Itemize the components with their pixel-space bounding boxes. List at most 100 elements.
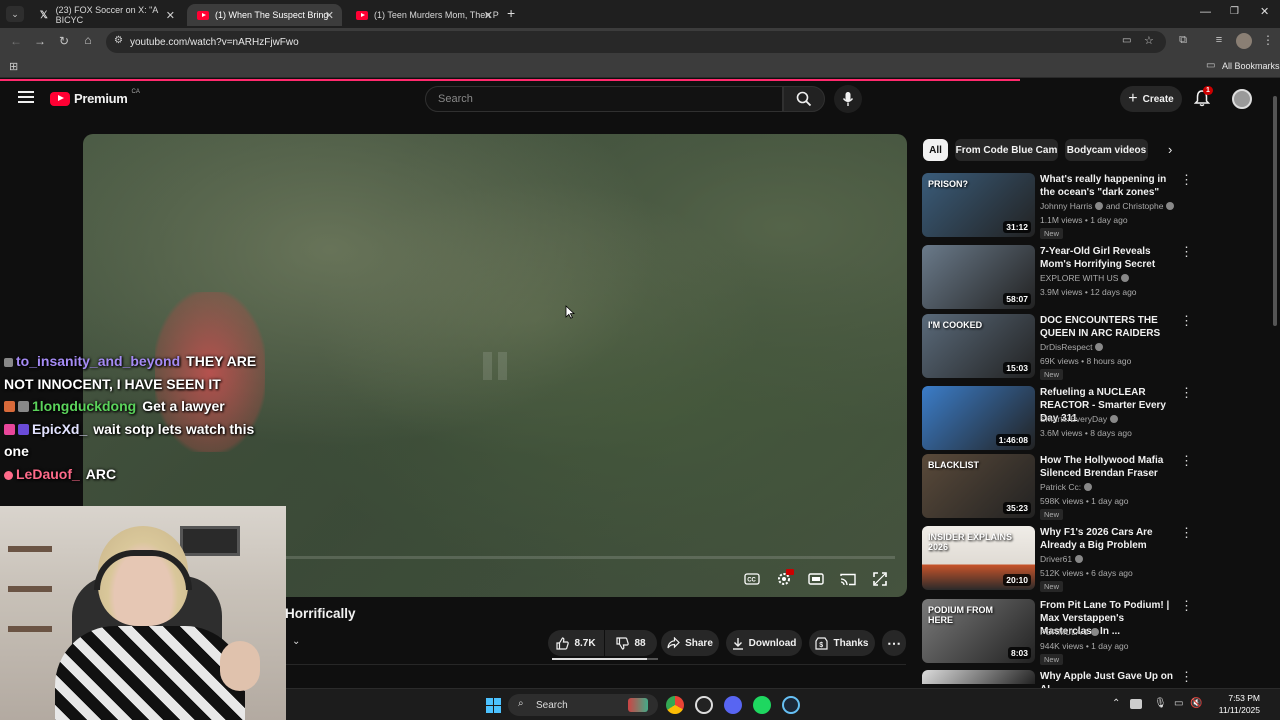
chip-all[interactable]: All [923, 139, 948, 161]
channel-name[interactable]: FORMULA 1 [1040, 627, 1100, 637]
discord-app-icon[interactable] [724, 696, 742, 714]
cast-icon[interactable] [837, 570, 859, 588]
closed-captions-icon[interactable]: CC [741, 570, 763, 588]
site-info-icon[interactable]: ⚙ [114, 35, 123, 46]
hamburger-menu-icon[interactable] [18, 91, 34, 103]
maximize-icon[interactable]: ❐ [1230, 6, 1239, 17]
extensions-icon[interactable]: ⧉ [1173, 34, 1193, 47]
youtube-premium-logo[interactable]: Premium CA [50, 89, 140, 106]
system-tray-chevron-icon[interactable]: ⌃ [1112, 698, 1120, 709]
video-thumbnail[interactable] [922, 670, 1035, 684]
share-button[interactable]: Share [661, 630, 719, 656]
video-thumbnail[interactable]: INSIDER EXPLAINS 2026 20:10 [922, 526, 1035, 590]
volume-muted-icon[interactable]: 🔇 [1190, 698, 1202, 709]
more-vertical-icon[interactable]: ⋮ [1180, 245, 1193, 261]
recommendation-item[interactable]: 1:46:08 Refueling a NUCLEAR REACTOR - Sma… [922, 386, 1272, 450]
channel-name[interactable]: DrDisRespect [1040, 342, 1104, 352]
close-tab-icon[interactable]: ✕ [484, 9, 493, 22]
notifications-button[interactable]: 1 [1193, 86, 1214, 109]
microphone-tray-icon[interactable]: 🎙 [1154, 698, 1167, 709]
like-button[interactable]: 8.7K [548, 630, 604, 656]
video-thumbnail[interactable]: 1:46:08 [922, 386, 1035, 450]
download-button[interactable]: Download [726, 630, 802, 656]
account-avatar[interactable] [1232, 89, 1252, 109]
dislike-button[interactable]: 88 [605, 630, 657, 656]
home-icon[interactable]: ⌂ [78, 33, 98, 47]
more-vertical-icon[interactable]: ⋮ [1180, 526, 1193, 542]
recommendation-title[interactable]: DOC ENCOUNTERS THE QUEEN IN ARC RAIDERS [1040, 314, 1180, 340]
taskbar-search[interactable]: ⌕ Search [508, 694, 658, 716]
profile-avatar[interactable] [1236, 33, 1252, 49]
chip-bodycam-videos[interactable]: Bodycam videos [1065, 139, 1148, 161]
more-vertical-icon[interactable]: ⋮ [1180, 670, 1193, 686]
more-vertical-icon[interactable]: ⋮ [1180, 599, 1193, 615]
reload-icon[interactable]: ↻ [54, 34, 74, 48]
browser-tab-3[interactable]: (1) Teen Murders Mom, Then P ✕ [346, 4, 501, 26]
expand-description-icon[interactable]: ⌄ [292, 636, 300, 647]
browser-tab-2[interactable]: (1) When The Suspect Bring ✕ [187, 4, 342, 26]
more-vertical-icon[interactable]: ⋮ [1180, 173, 1193, 189]
video-thumbnail[interactable]: PRISON? 31:12 [922, 173, 1035, 237]
channel-name[interactable]: SmarterEveryDay [1040, 414, 1119, 424]
recommendation-item[interactable]: INSIDER EXPLAINS 2026 20:10 Why F1's 2026 … [922, 526, 1272, 592]
close-tab-icon[interactable]: ✕ [166, 9, 175, 22]
new-tab-icon[interactable]: + [507, 5, 515, 21]
windows-start-icon[interactable] [486, 698, 501, 713]
close-tab-icon[interactable]: ✕ [325, 9, 334, 22]
create-button[interactable]: + Create [1120, 86, 1182, 112]
search-button[interactable] [783, 86, 825, 112]
apps-grid-icon[interactable]: ⊞ [9, 60, 18, 73]
theater-mode-icon[interactable] [805, 570, 827, 588]
close-window-icon[interactable]: ✕ [1260, 5, 1269, 18]
recommendation-item[interactable]: PRISON? 31:12 What's really happening in t… [922, 173, 1272, 239]
thanks-button[interactable]: $ Thanks [809, 630, 875, 656]
channel-name[interactable]: EXPLORE WITH US [1040, 273, 1130, 283]
bookmark-star-icon[interactable]: ☆ [1144, 34, 1154, 47]
recommendation-item[interactable]: I'M COOKED 15:03 DOC ENCOUNTERS THE QUEEN … [922, 314, 1272, 380]
taskbar-clock[interactable]: 7:53 PM 11/11/2025 [1210, 692, 1260, 716]
more-vertical-icon[interactable]: ⋮ [1180, 454, 1193, 470]
page-scrollbar[interactable] [1272, 84, 1278, 684]
more-vertical-icon[interactable]: ⋮ [1180, 386, 1193, 402]
network-icon[interactable]: ▭ [1174, 698, 1183, 709]
channel-name[interactable]: Driver61 [1040, 554, 1084, 564]
video-progress-bar[interactable] [283, 556, 895, 559]
settings-gear-icon[interactable] [773, 569, 795, 588]
recommendation-item[interactable]: PODIUM FROM HERE 8:03 From Pit Lane To Pod… [922, 599, 1272, 665]
recommendation-item[interactable]: Why Apple Just Gave Up on AIColdFusion⋮ [922, 670, 1272, 708]
chips-next-arrow-icon[interactable]: › [1168, 142, 1172, 157]
cast-icon[interactable]: ▭ [1122, 35, 1131, 46]
recommendation-title[interactable]: Why F1's 2026 Cars Are Already a Big Pro… [1040, 526, 1180, 552]
channel-name[interactable]: Patrick Cc: [1040, 482, 1093, 492]
obs-app-icon[interactable] [695, 696, 713, 714]
voice-search-button[interactable] [834, 85, 862, 113]
forward-icon[interactable]: → [30, 34, 50, 48]
recommendation-title[interactable]: How The Hollywood Mafia Silenced Brendan… [1040, 454, 1180, 480]
video-thumbnail[interactable]: 58:07 [922, 245, 1035, 309]
fullscreen-icon[interactable] [869, 570, 891, 588]
recommendation-title[interactable]: 7-Year-Old Girl Reveals Mom's Horrifying… [1040, 245, 1180, 271]
all-bookmarks-link[interactable]: All Bookmarks [1222, 61, 1280, 71]
video-thumbnail[interactable]: BLACKLIST 35:23 [922, 454, 1035, 518]
channel-name[interactable]: Johnny Harris and Christophe [1040, 201, 1175, 211]
address-bar[interactable]: ⚙ youtube.com/watch?v=nARHzFjwFwo ▭ ☆ [106, 31, 1166, 53]
recommendation-title[interactable]: What's really happening in the ocean's "… [1040, 173, 1180, 199]
tray-app-icon[interactable] [1130, 699, 1142, 709]
more-vertical-icon[interactable]: ⋮ [1180, 314, 1193, 330]
steam-app-icon[interactable] [782, 696, 800, 714]
browser-menu-icon[interactable]: ⋮ [1258, 33, 1278, 47]
search-input[interactable]: Search [425, 86, 783, 112]
back-icon[interactable]: ← [6, 34, 26, 48]
spotify-app-icon[interactable] [753, 696, 771, 714]
browser-tab-1[interactable]: 𝕏 (23) FOX Soccer on X: "A BICYC ✕ [28, 4, 183, 26]
tab-list-button[interactable]: ⌄ [6, 6, 24, 22]
media-icon[interactable]: ≡ [1209, 34, 1229, 46]
video-thumbnail[interactable]: PODIUM FROM HERE 8:03 [922, 599, 1035, 663]
minimize-icon[interactable]: — [1200, 6, 1211, 18]
chrome-app-icon[interactable] [666, 696, 684, 714]
video-thumbnail[interactable]: I'M COOKED 15:03 [922, 314, 1035, 378]
recommendation-item[interactable]: BLACKLIST 35:23 How The Hollywood Mafia Si… [922, 454, 1272, 520]
chip-code-blue-cam[interactable]: From Code Blue Cam [955, 139, 1058, 161]
more-actions-button[interactable]: ⋯ [882, 630, 906, 656]
recommendation-item[interactable]: 58:07 7-Year-Old Girl Reveals Mom's Horri… [922, 245, 1272, 309]
